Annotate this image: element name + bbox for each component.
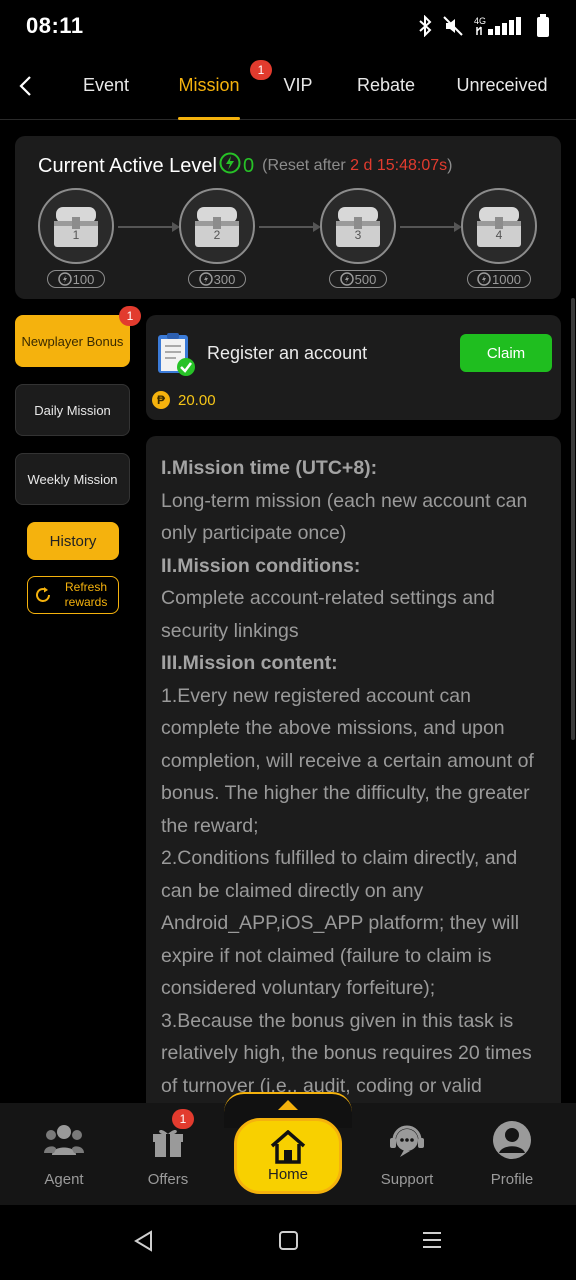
system-nav-bar [0, 1205, 576, 1280]
task-card: Register an account Claim ₱ 20.00 [146, 315, 561, 420]
treasure-chest-icon [195, 207, 239, 247]
mute-icon [442, 15, 464, 37]
lightning-icon [57, 272, 72, 286]
level-chest-1[interactable]: 1 100 [38, 188, 114, 288]
top-nav: Event Mission 1 VIP Rebate Unreceived [0, 52, 576, 120]
section-text: 2.Conditions fulfilled to claim directly… [161, 847, 520, 999]
progress-arrow [259, 222, 321, 232]
refresh-rewards-button[interactable]: Refresh rewards [27, 576, 119, 614]
tab-mission[interactable]: Mission 1 [162, 52, 272, 120]
level-chests: 1 100 2 300 3 500 4 1000 [38, 188, 538, 288]
refresh-icon [36, 587, 50, 602]
tab-event[interactable]: Event [50, 52, 162, 120]
section-text: 1.Every new registered account can compl… [161, 684, 534, 837]
status-icons: 4G [418, 14, 550, 38]
bluetooth-icon [418, 15, 432, 37]
section-text: Long-term mission (each new account can … [161, 489, 528, 545]
level-chest-4[interactable]: 4 1000 [461, 188, 537, 288]
headset-chat-icon [359, 1119, 455, 1161]
tab-vip[interactable]: VIP [256, 52, 340, 120]
caret-up-icon [278, 1100, 298, 1110]
section-heading: I.Mission time (UTC+8): [161, 457, 378, 479]
people-icon [16, 1119, 112, 1161]
section-heading: II.Mission conditions: [161, 554, 361, 577]
clipboard-check-icon [156, 331, 196, 382]
treasure-chest-icon [336, 207, 380, 247]
nav-profile[interactable]: Profile [464, 1119, 560, 1188]
nav-agent[interactable]: Agent [16, 1119, 112, 1188]
mission-description: I.Mission time (UTC+8): Long-term missio… [146, 436, 561, 1116]
reward-amount: 20.00 [178, 391, 216, 409]
back-icon[interactable] [132, 1229, 154, 1258]
lightning-icon [339, 272, 354, 286]
nav-support[interactable]: Support [359, 1119, 455, 1188]
back-button[interactable] [0, 52, 50, 120]
battery-icon [536, 14, 550, 38]
home-icon [270, 1129, 306, 1164]
status-bar: 08:11 4G [0, 0, 576, 52]
user-icon [464, 1119, 560, 1161]
lightning-icon [477, 272, 491, 286]
progress-arrow [118, 222, 180, 232]
claim-button[interactable]: Claim [460, 334, 552, 372]
home-tab-wrap: Home [220, 1092, 356, 1202]
clock: 08:11 [26, 13, 84, 38]
signal-4g-icon: 4G [474, 15, 526, 37]
level-title: Current Active Level [38, 154, 217, 177]
tab-bar: Event Mission 1 VIP Rebate Unreceived [50, 52, 576, 120]
menu-newplayer-bonus[interactable]: Newplayer Bonus 1 [15, 306, 141, 367]
reset-countdown: (Reset after 2 d 15:48:07s) [262, 157, 453, 174]
coin-icon: ₱ [152, 391, 170, 409]
level-chest-2[interactable]: 2 300 [179, 188, 255, 288]
section-text: 3.Because the bonus given in this task i… [161, 1009, 532, 1097]
chevron-left-icon [19, 75, 31, 96]
treasure-chest-icon [54, 207, 98, 247]
level-chest-3[interactable]: 3 500 [320, 188, 396, 288]
section-text: Complete account-related settings and se… [161, 587, 495, 642]
reset-time: 2 d 15:48:07s [350, 157, 448, 174]
level-value: 0 [242, 154, 255, 177]
task-name: Register an account [207, 343, 368, 363]
active-level-card: Current Active Level 0 (Reset after 2 d … [15, 136, 561, 299]
menu-weekly-mission[interactable]: Weekly Mission [15, 453, 130, 505]
progress-arrow [400, 222, 462, 232]
history-button[interactable]: History [27, 522, 119, 560]
notification-badge: 1 [172, 1109, 194, 1129]
scrollbar[interactable] [571, 298, 575, 740]
tab-rebate[interactable]: Rebate [340, 52, 432, 120]
svg-text:4G: 4G [474, 16, 486, 26]
treasure-chest-icon [477, 207, 521, 247]
nav-offers[interactable]: 1 Offers [120, 1109, 216, 1188]
nav-home[interactable]: Home [234, 1118, 342, 1194]
lightning-icon [198, 272, 213, 286]
gift-icon [120, 1119, 216, 1161]
menu-daily-mission[interactable]: Daily Mission [15, 384, 130, 436]
lightning-icon [219, 152, 241, 180]
menu-icon[interactable] [420, 1229, 444, 1256]
tab-unreceived[interactable]: Unreceived [432, 52, 572, 120]
level-header: Current Active Level 0 (Reset after 2 d … [38, 152, 452, 180]
home-square-icon[interactable] [278, 1229, 300, 1256]
notification-badge: 1 [119, 306, 141, 326]
task-reward: ₱ 20.00 [152, 391, 216, 409]
section-heading: III.Mission content: [161, 652, 338, 674]
